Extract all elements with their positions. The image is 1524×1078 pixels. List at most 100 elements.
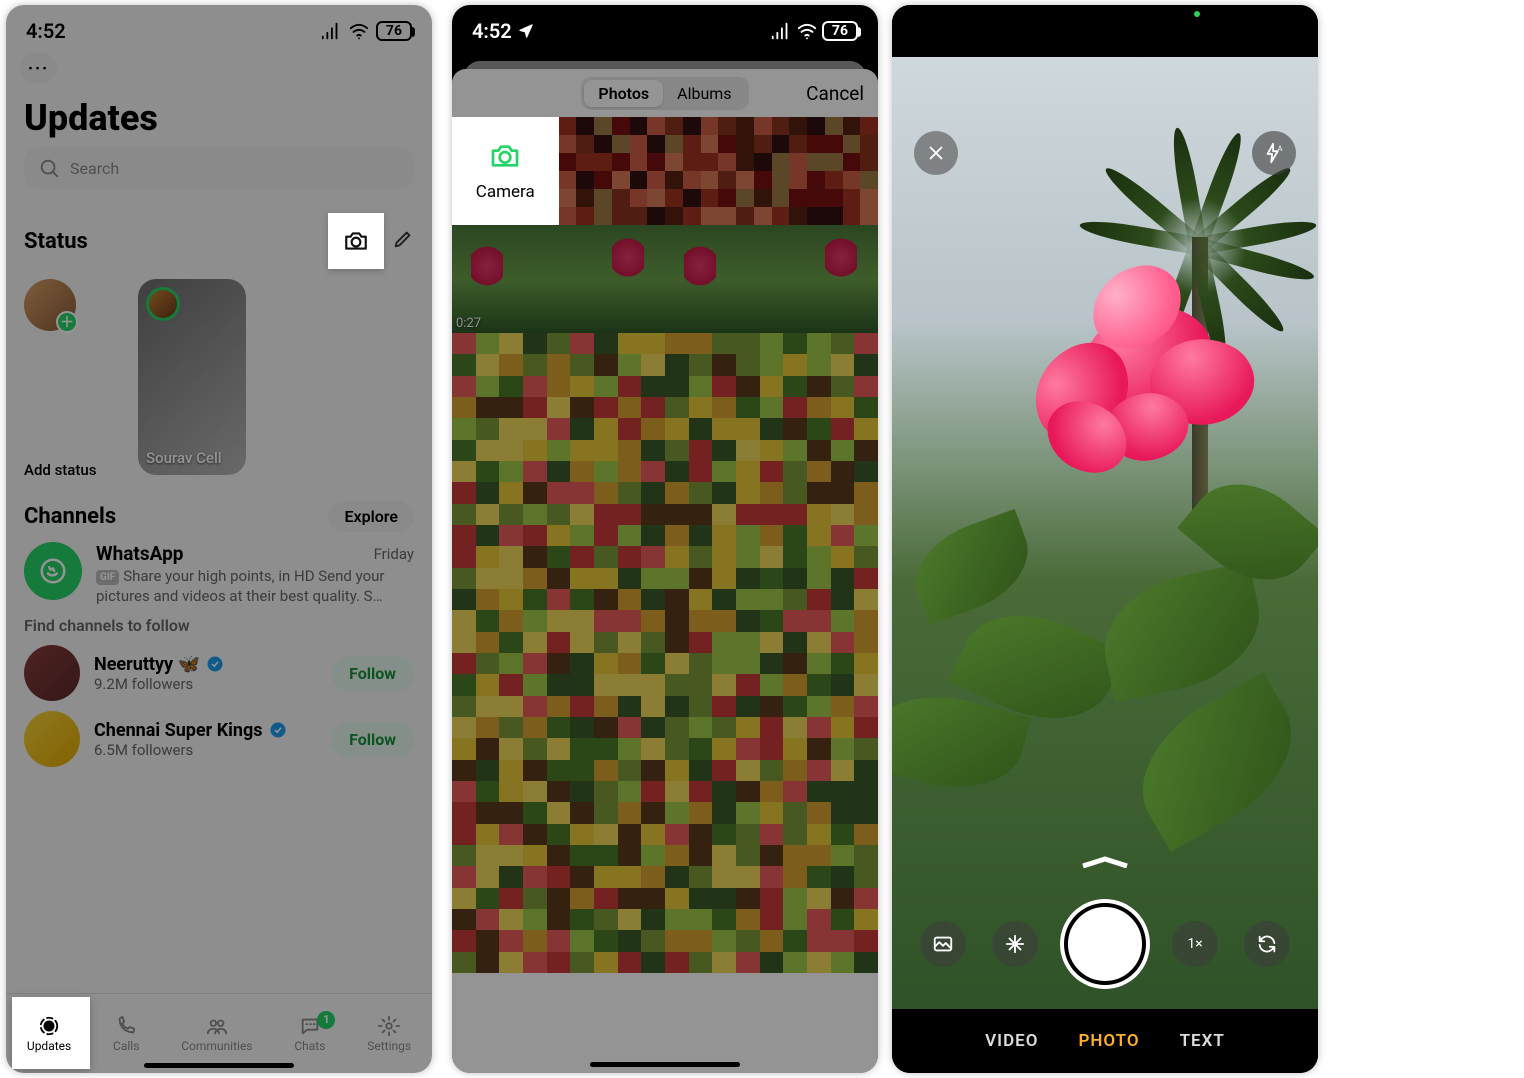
camera-viewfinder[interactable]: A 1×	[892, 57, 1318, 1009]
add-plus-icon: ＋	[56, 311, 78, 333]
sparkle-icon	[1004, 933, 1026, 955]
verified-icon	[206, 655, 224, 673]
flip-camera-button[interactable]	[1244, 921, 1290, 967]
signal-icon	[320, 20, 342, 42]
photo-picker-screen: 4:52 76 Photos Albums Cancel Camera	[452, 5, 878, 1073]
status-card-name: Sourav Cell	[146, 449, 222, 467]
close-button[interactable]	[914, 131, 958, 175]
mode-photo[interactable]: PHOTO	[1078, 1031, 1139, 1051]
verified-icon	[269, 721, 287, 739]
svg-text:A: A	[1278, 144, 1283, 153]
home-indicator	[144, 1063, 294, 1068]
status-camera-button[interactable]	[328, 213, 384, 269]
gallery-icon	[932, 933, 954, 955]
follow-button[interactable]: Follow	[331, 722, 414, 757]
photo-picker-sheet: Photos Albums Cancel Camera 0:27	[452, 69, 878, 1073]
chevron-up-icon	[1079, 856, 1131, 868]
tab-chats[interactable]: 1 Chats	[294, 1015, 325, 1053]
photo-thumbnail[interactable]	[665, 117, 772, 225]
suggested-name: Neeruttyy 🦋	[94, 654, 317, 675]
zoom-label: 1×	[1187, 936, 1202, 952]
tab-settings[interactable]: Settings	[367, 1015, 411, 1053]
picker-top-bar: Photos Albums Cancel	[452, 69, 878, 117]
location-icon	[518, 23, 534, 39]
signal-icon	[770, 20, 792, 42]
add-status-tile[interactable]: ＋ Add status	[24, 279, 128, 479]
channels-section-header: Channels Explore	[24, 501, 414, 532]
tab-calls[interactable]: Calls	[113, 1015, 139, 1053]
flash-button[interactable]: A	[1252, 131, 1296, 175]
photo-thumbnail[interactable]	[559, 225, 666, 333]
camera-icon	[489, 140, 521, 172]
gif-badge: GIF	[96, 570, 119, 585]
status-avatar	[146, 287, 180, 321]
photo-thumbnail[interactable]	[772, 225, 879, 333]
shutter-button[interactable]	[1064, 903, 1146, 985]
channel-row[interactable]: WhatsApp Friday GIFShare your high point…	[24, 542, 414, 606]
status-bar: 4:52 76	[6, 5, 432, 47]
suggested-channel-row[interactable]: Chennai Super Kings 6.5M followers Follo…	[24, 711, 414, 767]
status-time: 4:52	[472, 19, 534, 43]
chats-badge: 1	[317, 1011, 335, 1029]
suggested-avatar	[24, 711, 80, 767]
mode-video[interactable]: VIDEO	[985, 1031, 1038, 1051]
status-card[interactable]: Sourav Cell	[138, 279, 246, 475]
camera-controls-row: 1×	[892, 903, 1318, 985]
close-icon	[925, 142, 947, 164]
tab-communities[interactable]: Communities	[181, 1015, 252, 1053]
zoom-button[interactable]: 1×	[1172, 921, 1218, 967]
channels-label: Channels	[24, 504, 116, 529]
camera-cell[interactable]: Camera	[452, 117, 559, 225]
segment-photos[interactable]: Photos	[584, 80, 663, 107]
pencil-icon	[392, 228, 414, 250]
communities-tab-icon	[206, 1015, 228, 1037]
wifi-icon	[348, 20, 370, 42]
status-row: ＋ Add status Sourav Cell	[24, 279, 414, 479]
segmented-control[interactable]: Photos Albums	[581, 77, 748, 110]
video-thumbnail[interactable]: 0:27	[452, 225, 559, 333]
filters-button[interactable]	[992, 921, 1038, 967]
home-indicator	[590, 1062, 740, 1067]
search-input[interactable]: Search	[24, 147, 414, 189]
wifi-icon	[796, 20, 818, 42]
gallery-button[interactable]	[920, 921, 966, 967]
flip-camera-icon	[1256, 933, 1278, 955]
suggested-name: Chennai Super Kings	[94, 720, 317, 741]
suggested-followers: 6.5M followers	[94, 741, 317, 759]
photo-thumbnail-blurred[interactable]	[452, 333, 878, 973]
video-duration: 0:27	[456, 316, 481, 331]
cancel-button[interactable]: Cancel	[806, 82, 864, 105]
more-menu-button[interactable]: •••	[20, 53, 58, 83]
camera-chevron-up[interactable]	[1079, 853, 1131, 861]
explore-button[interactable]: Explore	[328, 501, 414, 532]
suggested-channel-row[interactable]: Neeruttyy 🦋 9.2M followers Follow	[24, 645, 414, 701]
battery-indicator: 76	[822, 21, 858, 41]
status-section-header: Status	[24, 213, 414, 269]
updates-tab-icon	[38, 1015, 60, 1037]
camera-cell-label: Camera	[476, 182, 535, 202]
photo-grid: Camera 0:27	[452, 117, 878, 333]
status-time: 4:52	[26, 19, 66, 43]
battery-indicator: 76	[376, 21, 412, 41]
flash-auto-icon: A	[1263, 142, 1285, 164]
follow-button[interactable]: Follow	[331, 656, 414, 691]
photo-thumbnail[interactable]	[559, 117, 666, 225]
camera-icon	[343, 228, 369, 254]
suggested-avatar	[24, 645, 80, 701]
search-icon	[38, 157, 60, 179]
calls-tab-icon	[115, 1015, 137, 1037]
photo-thumbnail[interactable]	[665, 225, 772, 333]
segment-albums[interactable]: Albums	[663, 80, 745, 107]
whatsapp-icon	[38, 556, 68, 586]
tab-updates[interactable]: Updates	[27, 1015, 71, 1053]
settings-tab-icon	[378, 1015, 400, 1037]
status-bar: 4:52 76	[452, 5, 878, 47]
find-channels-label: Find channels to follow	[24, 616, 414, 635]
photo-thumbnail[interactable]	[772, 117, 879, 225]
mode-text[interactable]: TEXT	[1180, 1031, 1225, 1051]
channel-name: WhatsApp	[96, 542, 183, 565]
suggested-followers: 9.2M followers	[94, 675, 317, 693]
add-status-label: Add status	[24, 461, 128, 479]
status-pencil-button[interactable]	[392, 228, 414, 254]
status-header-label: Status	[24, 229, 88, 254]
